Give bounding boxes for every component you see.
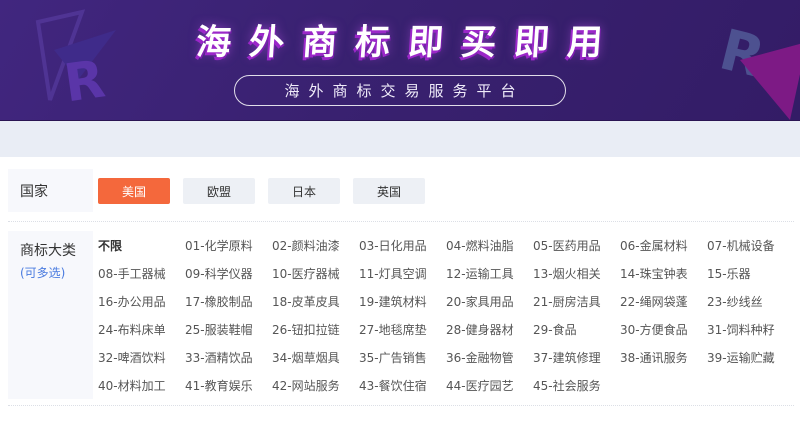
category-option[interactable]: 37-建筑修理: [533, 349, 620, 366]
country-label: 国家: [8, 169, 93, 212]
country-filter-row: 国家 美国 欧盟 日本 英国: [8, 169, 794, 222]
category-option[interactable]: 08-手工器械: [98, 265, 185, 282]
category-option[interactable]: 17-橡胶制品: [185, 293, 272, 310]
category-option[interactable]: 30-方便食品: [620, 321, 707, 338]
category-option[interactable]: 31-饲料种籽: [707, 321, 794, 338]
category-option[interactable]: 38-通讯服务: [620, 349, 707, 366]
category-option[interactable]: 28-健身器材: [446, 321, 533, 338]
category-option[interactable]: 44-医疗园艺: [446, 377, 533, 394]
category-option[interactable]: 25-服装鞋帽: [185, 321, 272, 338]
category-label: 商标大类: [20, 243, 76, 259]
category-option[interactable]: 07-机械设备: [707, 237, 794, 254]
category-option[interactable]: 16-办公用品: [98, 293, 185, 310]
hero-banner: R 海外商标即买即用 海外商标交易服务平台 R: [0, 0, 800, 121]
category-option[interactable]: 19-建筑材料: [359, 293, 446, 310]
country-options: 美国 欧盟 日本 英国: [93, 169, 438, 212]
country-option-eu[interactable]: 欧盟: [183, 177, 255, 204]
category-option[interactable]: 39-运输贮藏: [707, 349, 794, 366]
category-option[interactable]: 10-医疗器械: [272, 265, 359, 282]
category-option[interactable]: 26-钮扣拉链: [272, 321, 359, 338]
category-option[interactable]: 43-餐饮住宿: [359, 377, 446, 394]
category-label-cell: 商标大类 (可多选): [8, 231, 93, 399]
category-option[interactable]: 24-布料床单: [98, 321, 185, 338]
category-option[interactable]: 13-烟火相关: [533, 265, 620, 282]
country-option-usa[interactable]: 美国: [98, 177, 170, 204]
category-options-grid: 不限 01-化学原料 02-颜料油漆 03-日化用品 04-燃料油脂 05-医药…: [93, 231, 794, 399]
category-option[interactable]: 21-厨房洁具: [533, 293, 620, 310]
category-option[interactable]: 34-烟草烟具: [272, 349, 359, 366]
category-option[interactable]: 33-酒精饮品: [185, 349, 272, 366]
category-option[interactable]: 36-金融物管: [446, 349, 533, 366]
category-option-any[interactable]: 不限: [98, 237, 185, 254]
category-option[interactable]: 01-化学原料: [185, 237, 272, 254]
category-option[interactable]: 04-燃料油脂: [446, 237, 533, 254]
category-filter-row: 商标大类 (可多选) 不限 01-化学原料 02-颜料油漆 03-日化用品 04…: [8, 222, 794, 406]
category-option[interactable]: 18-皮革皮具: [272, 293, 359, 310]
category-option[interactable]: 29-食品: [533, 321, 620, 338]
category-option[interactable]: 27-地毯席垫: [359, 321, 446, 338]
country-option-uk[interactable]: 英国: [353, 177, 425, 204]
category-option[interactable]: 15-乐器: [707, 265, 794, 282]
banner-subtitle: 海外商标交易服务平台: [234, 75, 566, 106]
category-option[interactable]: 42-网站服务: [272, 377, 359, 394]
category-option[interactable]: 40-材料加工: [98, 377, 185, 394]
category-option[interactable]: 06-金属材料: [620, 237, 707, 254]
category-multiselect-hint: (可多选): [20, 266, 66, 280]
category-option[interactable]: 23-纱线丝: [707, 293, 794, 310]
category-option[interactable]: 20-家具用品: [446, 293, 533, 310]
banner-title: 海外商标即买即用: [194, 23, 622, 63]
category-option[interactable]: 32-啤酒饮料: [98, 349, 185, 366]
category-option[interactable]: 22-绳网袋蓬: [620, 293, 707, 310]
category-option[interactable]: 12-运输工具: [446, 265, 533, 282]
category-option[interactable]: 02-颜料油漆: [272, 237, 359, 254]
category-option[interactable]: 14-珠宝钟表: [620, 265, 707, 282]
category-option[interactable]: 45-社会服务: [533, 377, 620, 394]
category-option[interactable]: 05-医药用品: [533, 237, 620, 254]
category-option[interactable]: 41-教育娱乐: [185, 377, 272, 394]
category-option[interactable]: 03-日化用品: [359, 237, 446, 254]
filter-card: 国家 美国 欧盟 日本 英国 商标大类 (可多选) 不限 01-化学原料 02-…: [0, 157, 800, 422]
category-option[interactable]: 09-科学仪器: [185, 265, 272, 282]
country-option-japan[interactable]: 日本: [268, 177, 340, 204]
category-option[interactable]: 35-广告销售: [359, 349, 446, 366]
category-option[interactable]: 11-灯具空调: [359, 265, 446, 282]
